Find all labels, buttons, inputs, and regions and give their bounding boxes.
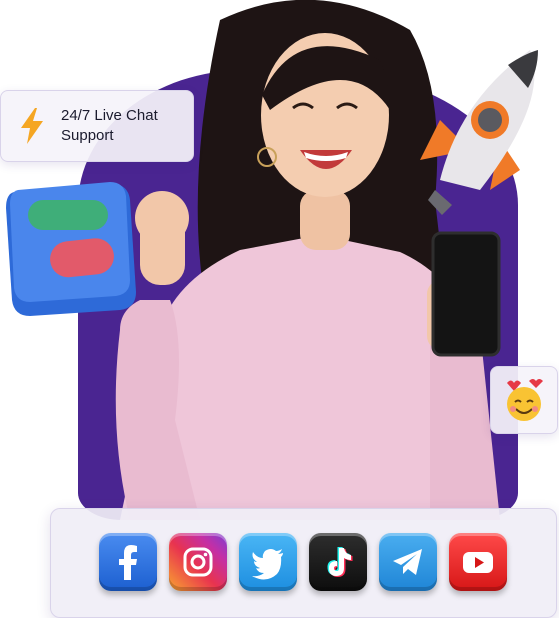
youtube-button[interactable] [449,533,507,591]
live-chat-support-text: 24/7 Live Chat Support [61,106,185,146]
social-icons-row [99,533,507,591]
instagram-icon [183,547,213,577]
facebook-button[interactable] [99,533,157,591]
smiling-face-with-hearts-icon [507,379,543,421]
emoji-card [490,366,558,434]
youtube-icon [463,552,493,573]
telegram-button[interactable] [379,533,437,591]
chat-card-line2: Support [61,127,114,144]
instagram-button[interactable] [169,533,227,591]
telegram-icon [393,549,422,575]
twitter-button[interactable] [239,533,297,591]
tiktok-icon [327,547,353,577]
social-media-bar [50,508,557,618]
facebook-icon [119,545,137,580]
toggle-switch-icon [6,182,136,316]
lightning-bolt-icon [21,108,43,144]
tiktok-button[interactable] [309,533,367,591]
live-chat-support-card: 24/7 Live Chat Support [0,90,194,162]
twitter-icon [252,549,283,580]
chat-card-line1: 24/7 Live Chat [61,107,158,124]
rocket-icon [420,50,538,215]
